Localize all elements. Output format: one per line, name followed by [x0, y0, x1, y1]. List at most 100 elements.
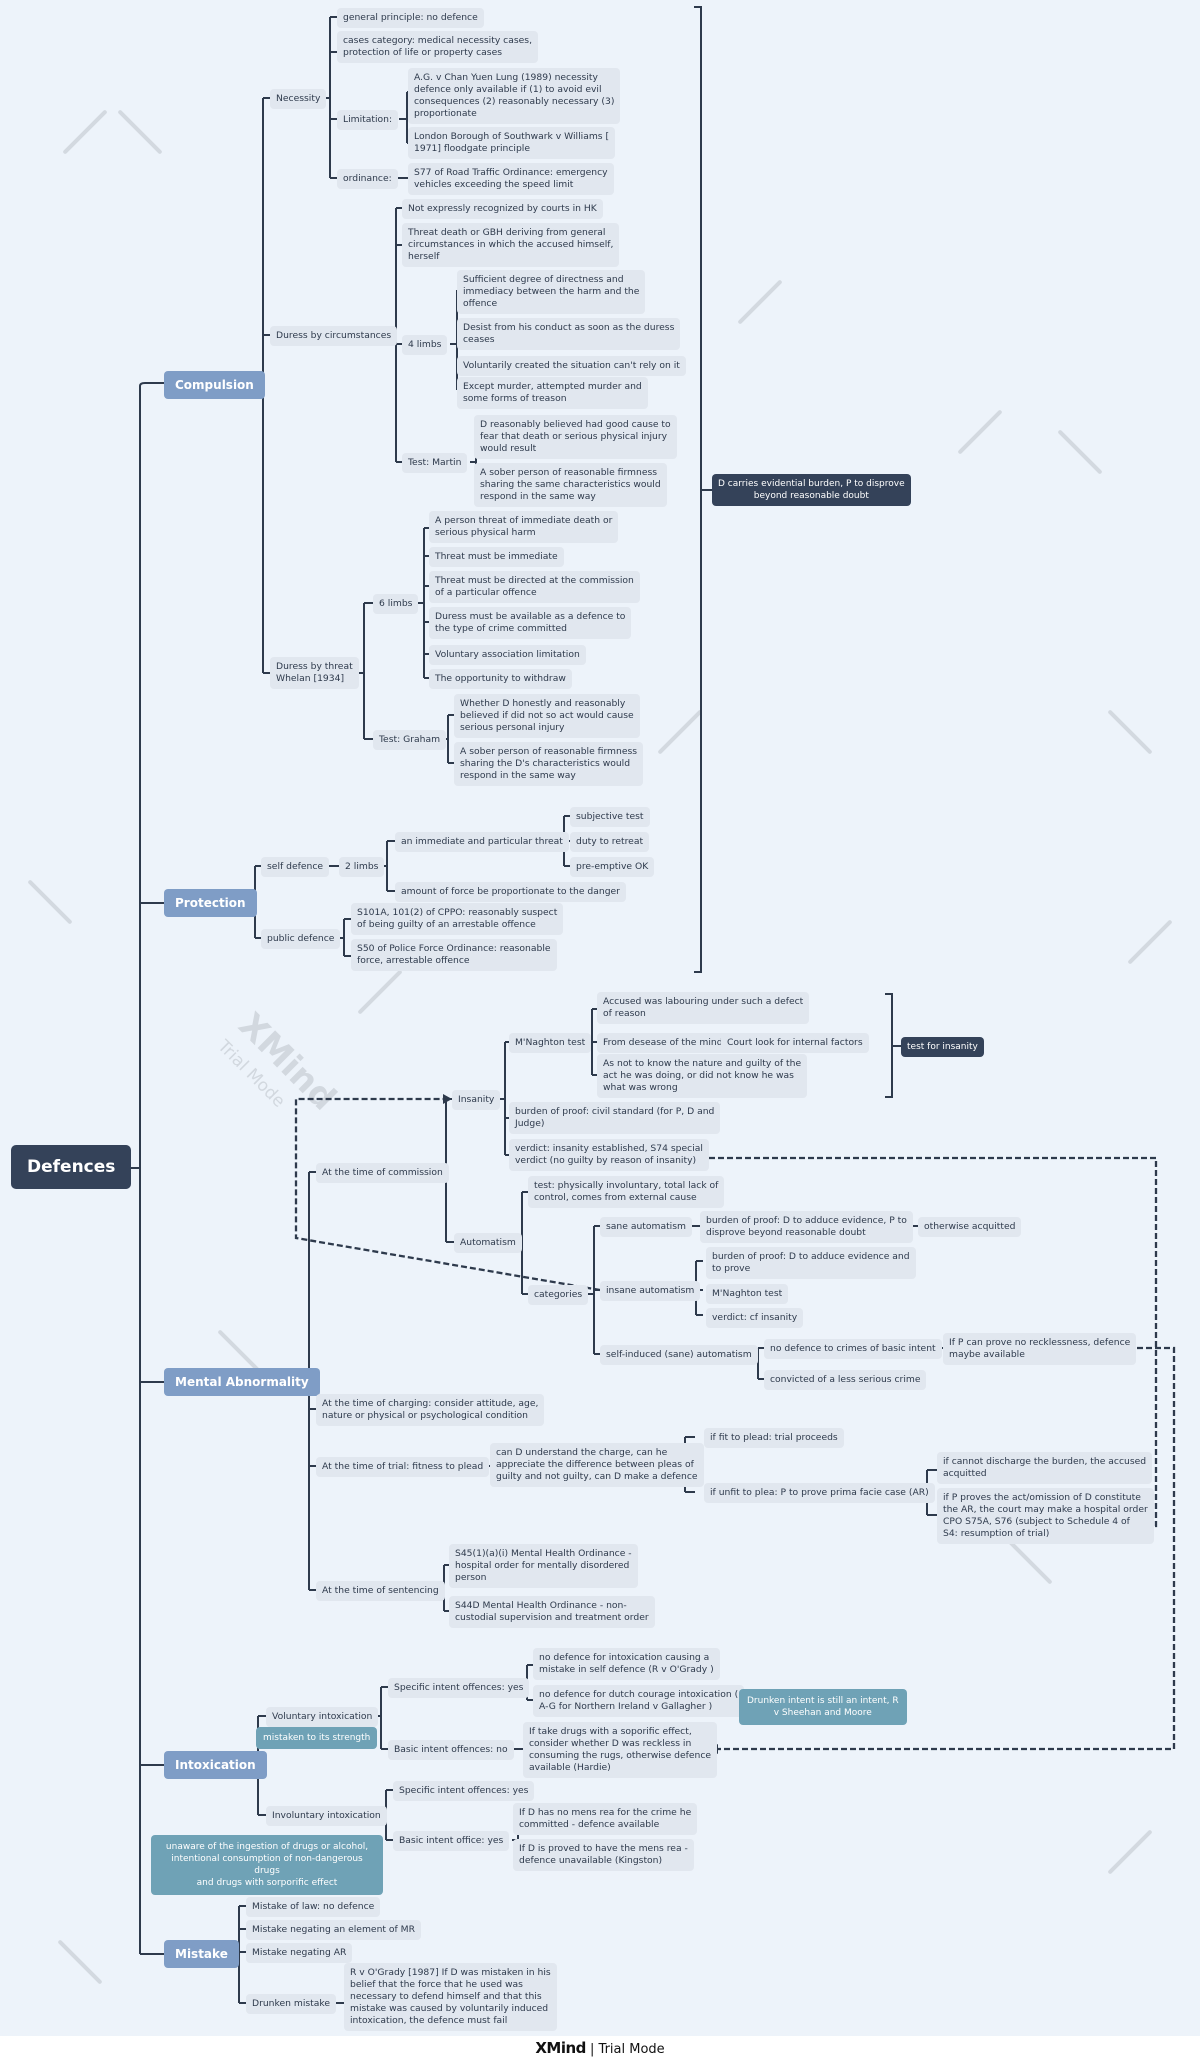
node-cases-category[interactable]: cases category: medical necessity cases,…: [337, 31, 539, 63]
callout-mistaken-strength[interactable]: mistaken to its strength: [256, 1727, 378, 1749]
node-not-know-nature[interactable]: As not to know the nature and guilty of …: [597, 1054, 808, 1098]
node-2-limbs[interactable]: 2 limbs: [339, 857, 385, 877]
node-duty-to-retreat[interactable]: duty to retreat: [570, 832, 650, 852]
node-automatism-test[interactable]: test: physically involuntary, total lack…: [528, 1176, 725, 1208]
node-time-of-commission[interactable]: At the time of commission: [316, 1163, 449, 1183]
node-automatism[interactable]: Automatism: [454, 1233, 522, 1253]
node-fitness-questions[interactable]: can D understand the charge, can he appr…: [490, 1443, 704, 1487]
root-topic[interactable]: Defences: [11, 1145, 132, 1189]
node-categories[interactable]: categories: [528, 1285, 589, 1305]
node-general-principle[interactable]: general principle: no defence: [337, 8, 484, 28]
node-accused-acquitted[interactable]: if cannot discharge the burden, the accu…: [937, 1452, 1153, 1484]
node-drunken-mistake[interactable]: Drunken mistake: [246, 1994, 337, 2014]
node-time-of-trial[interactable]: At the time of trial: fitness to plead: [316, 1457, 490, 1477]
node-disease-of-mind[interactable]: From desease of the mind: [597, 1033, 729, 1053]
node-defect-of-reason[interactable]: Accused was labouring under such a defec…: [597, 992, 810, 1024]
topic-compulsion[interactable]: Compulsion: [164, 371, 265, 399]
node-public-defence[interactable]: public defence: [261, 929, 341, 949]
node-less-serious-crime[interactable]: convicted of a less serious crime: [764, 1370, 927, 1390]
node-otherwise-acquitted[interactable]: otherwise acquitted: [918, 1217, 1022, 1237]
node-limitation[interactable]: Limitation:: [337, 110, 399, 130]
node-not-recognized-hk[interactable]: Not expressly recognized by courts in HK: [402, 199, 603, 219]
node-mnaghten-test[interactable]: M'Naghton test: [509, 1033, 592, 1053]
node-sane-automatism[interactable]: sane automatism: [600, 1217, 692, 1237]
node-mistake-of-law[interactable]: Mistake of law: no defence: [246, 1897, 381, 1917]
node-threat-immediate-death[interactable]: A person threat of immediate death or se…: [429, 511, 619, 543]
node-s77-road-traffic[interactable]: S77 of Road Traffic Ordinance: emergency…: [408, 163, 614, 195]
node-chan-yuen-lung[interactable]: A.G. v Chan Yuen Lung (1989) necessity d…: [408, 68, 621, 124]
node-inv-basic-intent[interactable]: Basic intent office: yes: [393, 1831, 510, 1851]
node-mistake-mr[interactable]: Mistake negating an element of MR: [246, 1920, 421, 1940]
topic-protection[interactable]: Protection: [164, 889, 257, 917]
node-insane-burden[interactable]: burden of proof: D to adduce evidence an…: [706, 1247, 916, 1279]
callout-unaware-ingestion[interactable]: unaware of the ingestion of drugs or alc…: [151, 1835, 383, 1895]
node-no-defence-basic-intent[interactable]: no defence to crimes of basic intent: [764, 1339, 942, 1359]
node-directness-immediacy[interactable]: Sufficient degree of directness and imme…: [457, 270, 646, 314]
node-martin-belief[interactable]: D reasonably believed had good cause to …: [474, 415, 677, 459]
summary-test-for-insanity[interactable]: test for insanity: [901, 1037, 984, 1057]
node-mistake-ar[interactable]: Mistake negating AR: [246, 1943, 353, 1963]
node-pre-emptive[interactable]: pre-emptive OK: [570, 857, 655, 877]
node-sane-burden[interactable]: burden of proof: D to adduce evidence, P…: [700, 1211, 913, 1243]
node-ogrady-1987[interactable]: R v O'Grady [1987] If D was mistaken in …: [344, 1963, 557, 2031]
node-duress-by-circumstances[interactable]: Duress by circumstances: [270, 326, 398, 346]
node-insane-verdict[interactable]: verdict: cf insanity: [706, 1308, 804, 1328]
node-except-murder[interactable]: Except murder, attempted murder and some…: [457, 377, 648, 409]
node-insanity-burden[interactable]: burden of proof: civil standard (for P, …: [509, 1102, 721, 1134]
node-voluntarily-created[interactable]: Voluntarily created the situation can't …: [457, 356, 686, 376]
node-involuntary-intoxication[interactable]: Involuntary intoxication: [266, 1806, 387, 1826]
node-duress-available[interactable]: Duress must be available as a defence to…: [429, 607, 632, 639]
node-time-of-charging[interactable]: At the time of charging: consider attitu…: [316, 1394, 545, 1426]
node-dutch-courage[interactable]: no defence for dutch courage intoxicatio…: [533, 1685, 745, 1717]
node-threat-death-gbh[interactable]: Threat death or GBH deriving from genera…: [402, 223, 620, 267]
node-fit-to-plead[interactable]: if fit to plead: trial proceeds: [704, 1428, 844, 1448]
node-test-graham[interactable]: Test: Graham: [373, 730, 447, 750]
node-insane-mnaghten[interactable]: M'Naghton test: [706, 1284, 789, 1304]
node-no-mens-rea[interactable]: If D has no mens rea for the crime he co…: [513, 1803, 698, 1835]
topic-mistake[interactable]: Mistake: [164, 1940, 239, 1968]
node-ordinance[interactable]: ordinance:: [337, 169, 398, 189]
node-voluntary-association[interactable]: Voluntary association limitation: [429, 645, 586, 665]
node-unfit-to-plea[interactable]: if unfit to plea: P to prove prima facie…: [704, 1483, 935, 1503]
node-insane-automatism[interactable]: insane automatism: [600, 1281, 701, 1301]
node-graham-belief[interactable]: Whether D honestly and reasonably believ…: [454, 694, 640, 738]
node-s101a-cppo[interactable]: S101A, 101(2) of CPPO: reasonably suspec…: [351, 903, 564, 935]
node-self-defence[interactable]: self defence: [261, 857, 330, 877]
node-threat-immediate[interactable]: Threat must be immediate: [429, 547, 564, 567]
node-no-recklessness[interactable]: If P can prove no recklessness, defence …: [943, 1333, 1137, 1365]
node-6-limbs[interactable]: 6 limbs: [373, 594, 419, 614]
topic-mental-abnormality[interactable]: Mental Abnormality: [164, 1368, 320, 1396]
node-s50-police-force[interactable]: S50 of Police Force Ordinance: reasonabl…: [351, 939, 557, 971]
node-4-limbs[interactable]: 4 limbs: [402, 335, 448, 355]
node-insanity-verdict[interactable]: verdict: insanity established, S74 speci…: [509, 1139, 709, 1171]
node-inv-specific-intent[interactable]: Specific intent offences: yes: [393, 1781, 535, 1801]
node-basic-intent-no[interactable]: Basic intent offences: no: [388, 1740, 514, 1760]
node-desist-conduct[interactable]: Desist from his conduct as soon as the d…: [457, 318, 681, 350]
node-hardie[interactable]: If take drugs with a soporific effect, c…: [523, 1722, 718, 1778]
node-self-induced-automatism[interactable]: self-induced (sane) automatism: [600, 1345, 758, 1365]
topic-intoxication[interactable]: Intoxication: [164, 1751, 267, 1779]
node-subjective-test[interactable]: subjective test: [570, 807, 650, 827]
callout-drunken-intent[interactable]: Drunken intent is still an intent, R v S…: [739, 1689, 907, 1725]
node-opportunity-withdraw[interactable]: The opportunity to withdraw: [429, 669, 572, 689]
node-specific-intent-yes[interactable]: Specific intent offences: yes: [388, 1678, 530, 1698]
node-s44d-mho[interactable]: S44D Mental Health Ordinance - non- cust…: [449, 1596, 655, 1628]
node-southwark-v-williams[interactable]: London Borough of Southwark v Williams […: [408, 127, 616, 159]
mind-map-canvas[interactable]: XMind Trial Mode Defences Compulsion Nec…: [0, 0, 1200, 2036]
node-necessity[interactable]: Necessity: [270, 89, 327, 109]
node-insanity[interactable]: Insanity: [452, 1090, 501, 1110]
node-test-martin[interactable]: Test: Martin: [402, 453, 468, 473]
node-internal-factors[interactable]: Court look for internal factors: [721, 1033, 869, 1053]
node-graham-sober-person[interactable]: A sober person of reasonable firmness sh…: [454, 742, 644, 786]
node-duress-by-threat[interactable]: Duress by threat Whelan [1934]: [270, 657, 359, 689]
node-time-of-sentencing[interactable]: At the time of sentencing: [316, 1581, 445, 1601]
node-immediate-threat[interactable]: an immediate and particular threat: [395, 832, 569, 852]
node-hospital-order[interactable]: if P proves the act/omission of D consti…: [937, 1488, 1154, 1544]
node-voluntary-intoxication[interactable]: Voluntary intoxication: [266, 1707, 379, 1727]
node-ogrady-self-defence[interactable]: no defence for intoxication causing a mi…: [533, 1648, 720, 1680]
node-threat-directed[interactable]: Threat must be directed at the commissio…: [429, 571, 640, 603]
node-martin-sober-person[interactable]: A sober person of reasonable firmness sh…: [474, 463, 667, 507]
node-s45-mho[interactable]: S45(1)(a)(i) Mental Health Ordinance - h…: [449, 1544, 638, 1588]
node-proportionate-force[interactable]: amount of force be proportionate to the …: [395, 882, 626, 902]
summary-evidential-burden[interactable]: D carries evidential burden, P to dispro…: [712, 474, 911, 506]
